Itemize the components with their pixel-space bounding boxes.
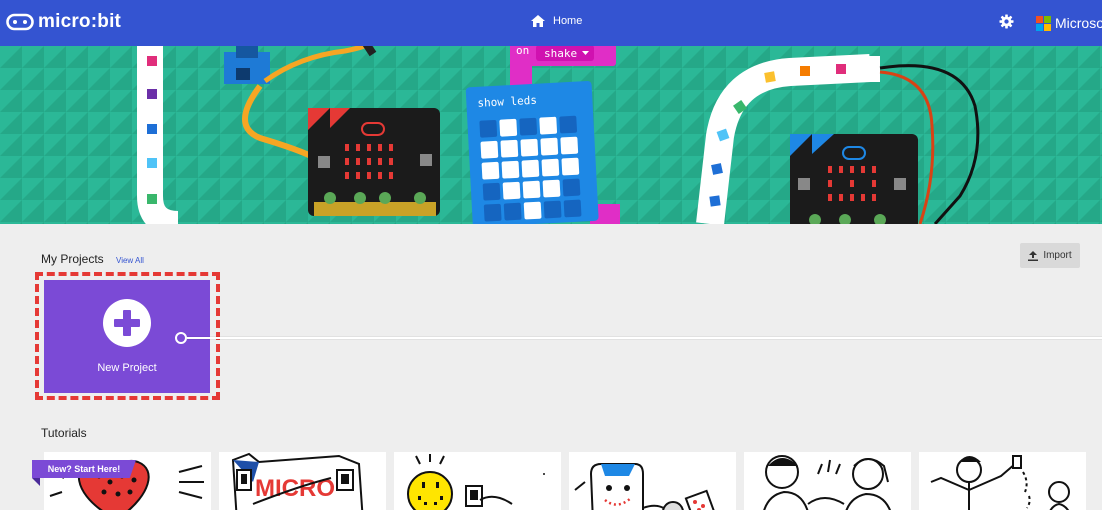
microsoft-logo-icon	[1036, 15, 1051, 31]
new-start-here-badge: New? Start Here!	[32, 460, 136, 478]
tutorial-card-6[interactable]	[919, 452, 1086, 510]
svg-text:shake: shake	[544, 47, 577, 60]
logo-text: micro:bit	[38, 11, 122, 32]
hero-illustration: on shake show leds	[0, 46, 1102, 224]
import-button[interactable]: Import	[1020, 243, 1080, 268]
badge-ribbon-tail	[32, 478, 40, 486]
microbit-board-right-icon	[790, 134, 918, 224]
view-all-link[interactable]: View All	[116, 256, 144, 265]
microbit-logo[interactable]: micro:bit	[6, 11, 121, 33]
home-icon	[531, 15, 545, 27]
my-projects-title: My Projects	[41, 252, 104, 266]
step-counter-illustration-icon	[930, 455, 1070, 510]
svg-text:on: on	[516, 46, 529, 57]
callout-line	[187, 337, 1102, 339]
callout-dot	[175, 332, 187, 344]
upload-icon	[1028, 250, 1039, 261]
hero-banner: on shake show leds	[0, 46, 1102, 224]
dice-illustration-icon	[574, 463, 716, 510]
tutorial-card-3[interactable]	[394, 452, 561, 510]
name-tag-illustration-icon: MICRO	[231, 452, 364, 510]
tutorials-title: Tutorials	[41, 426, 87, 440]
gear-icon	[999, 14, 1014, 29]
show-leds-block: show leds	[465, 81, 599, 224]
rock-paper-scissors-illustration-icon	[763, 455, 891, 510]
settings-button[interactable]	[999, 14, 1014, 34]
tutorial-card-5[interactable]	[744, 452, 911, 510]
microsoft-account-link[interactable]: Microsoft	[1036, 15, 1102, 31]
smiley-button-illustration-icon	[407, 454, 545, 510]
import-label: Import	[1043, 250, 1072, 261]
makecode-home-app: micro:bit Home Microso on shake show led…	[0, 0, 1102, 510]
microbit-board-left-icon	[308, 108, 440, 216]
home-button[interactable]: Home	[531, 15, 582, 27]
highlight-dashed-box	[35, 272, 220, 400]
home-label: Home	[553, 15, 583, 27]
top-bar: micro:bit Home Microso	[0, 0, 1102, 46]
tutorial-card-4[interactable]	[569, 452, 736, 510]
microbit-logo-icon	[6, 13, 34, 31]
tutorial-card-2[interactable]: MICRO	[219, 452, 386, 510]
microsoft-label: Microsoft	[1055, 15, 1102, 31]
